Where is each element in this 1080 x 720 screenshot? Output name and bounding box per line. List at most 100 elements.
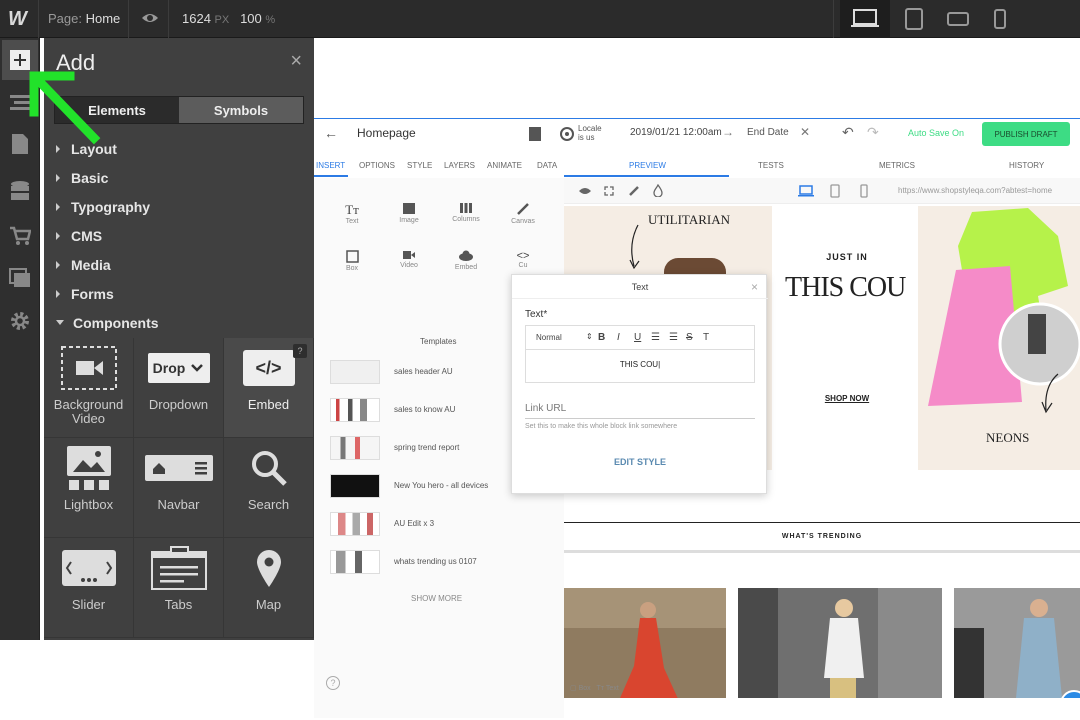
canvas-dimensions[interactable]: 1624 PX 100 %	[182, 11, 275, 26]
widget-label: Box	[345, 265, 359, 272]
template-item[interactable]: whats trending us 0107	[330, 550, 560, 576]
category-cms[interactable]: CMS	[44, 221, 314, 250]
trending-photo-2[interactable]	[738, 588, 942, 698]
italic-icon[interactable]: I	[617, 332, 620, 343]
component-map[interactable]: Map	[224, 538, 314, 638]
ecommerce-button[interactable]	[8, 224, 32, 248]
webflow-logo[interactable]: W	[8, 8, 27, 31]
rich-text-editor[interactable]: Normal ⇕ B I U ☰ ☰ S T THIS COU|	[525, 325, 755, 383]
component-dropdown[interactable]: Drop Dropdown	[134, 338, 224, 438]
component-navbar[interactable]: Navbar	[134, 438, 224, 538]
publish-draft-button[interactable]: PUBLISH DRAFT	[982, 122, 1070, 146]
formatting-toolbar: Normal ⇕ B I U ☰ ☰ S T	[526, 326, 754, 350]
widget-embed[interactable]: Embed	[446, 250, 486, 271]
tab-style[interactable]: STYLE	[407, 161, 432, 170]
width-unit: PX	[214, 14, 230, 26]
tablet-view-button[interactable]	[892, 0, 936, 38]
clear-format-icon[interactable]: T	[703, 332, 709, 343]
show-more-link[interactable]: SHOW MORE	[411, 594, 462, 603]
category-media[interactable]: Media	[44, 250, 314, 279]
help-icon[interactable]: ?	[326, 676, 340, 690]
breadcrumb-text[interactable]: Text	[606, 685, 619, 692]
portrait-phone-view-button[interactable]	[978, 0, 1022, 38]
components-grid: Background Video Drop Dropdown ? </> Emb…	[44, 338, 314, 638]
category-basic[interactable]: Basic	[44, 163, 314, 192]
help-icon[interactable]: ?	[293, 344, 307, 358]
chevron-down-icon	[191, 364, 204, 372]
template-thumbnail	[330, 436, 380, 460]
component-search[interactable]: Search	[224, 438, 314, 538]
component-lightbox[interactable]: Lightbox	[44, 438, 134, 538]
link-url-input[interactable]	[525, 418, 755, 419]
ordered-list-icon[interactable]: ☰	[651, 332, 660, 343]
bold-icon[interactable]: B	[598, 332, 605, 343]
tab-animate[interactable]: ANIMATE	[487, 161, 522, 170]
page-selector[interactable]: Page: Home	[48, 11, 120, 26]
tab-preview[interactable]: PREVIEW	[629, 161, 666, 170]
widget-image[interactable]: Image	[389, 202, 429, 224]
text-content[interactable]: THIS COU|	[526, 360, 754, 369]
component-embed[interactable]: ? </> Embed	[224, 338, 314, 438]
tab-symbols[interactable]: Symbols	[179, 97, 303, 123]
trending-photo-1[interactable]	[564, 588, 726, 698]
landscape-phone-view-button[interactable]	[936, 0, 980, 38]
close-icon[interactable]: ×	[290, 50, 302, 73]
strikethrough-icon[interactable]: S	[686, 332, 693, 343]
text-edit-dialog: Text × Text* Normal ⇕ B I U ☰ ☰ S T THIS…	[511, 274, 768, 494]
widget-video[interactable]: Video	[389, 250, 429, 269]
category-typography[interactable]: Typography	[44, 192, 314, 221]
component-label: Dropdown	[148, 397, 209, 412]
start-date[interactable]: 2019/01/21 12:00am	[630, 127, 722, 138]
widget-canvas[interactable]: Canvas	[503, 202, 543, 225]
tab-insert[interactable]: INSERT	[316, 161, 345, 170]
video-icon	[403, 251, 415, 259]
locale-value[interactable]: is us	[578, 133, 594, 142]
redo-icon[interactable]: ↷	[867, 124, 879, 141]
component-tabs[interactable]: Tabs	[134, 538, 224, 638]
widget-columns[interactable]: Columns	[446, 202, 486, 223]
tab-metrics[interactable]: METRICS	[879, 161, 915, 170]
breadcrumb-box[interactable]: Box	[579, 685, 591, 692]
caret-right-icon	[56, 231, 60, 240]
undo-icon[interactable]: ↶	[842, 124, 854, 141]
caret-right-icon	[56, 202, 60, 211]
cloud-icon	[459, 250, 473, 261]
hero-headline[interactable]: THIS COU	[785, 272, 906, 304]
settings-button[interactable]	[8, 309, 32, 333]
eye-icon[interactable]	[141, 10, 159, 29]
widget-custom[interactable]: <> Cu	[503, 250, 543, 269]
component-slider[interactable]: Slider	[44, 538, 134, 638]
tab-tests[interactable]: TESTS	[758, 161, 784, 170]
component-background-video[interactable]: Background Video	[44, 338, 134, 438]
divider	[833, 0, 834, 38]
close-icon[interactable]: ×	[751, 280, 758, 294]
widget-box[interactable]: Box	[332, 250, 372, 272]
tab-data[interactable]: DATA	[537, 161, 557, 170]
template-item[interactable]: AU Edit x 3	[330, 512, 560, 538]
end-date[interactable]: End Date	[747, 127, 789, 138]
tab-options[interactable]: OPTIONS	[359, 161, 395, 170]
caret-down-icon	[56, 320, 64, 325]
category-forms[interactable]: Forms	[44, 279, 314, 308]
shop-now-link[interactable]: SHOP NOW	[772, 394, 922, 403]
widget-text[interactable]: Tт Text	[332, 202, 372, 225]
divider	[128, 0, 129, 38]
template-thumbnail	[330, 550, 380, 574]
trending-photo-3[interactable]	[954, 588, 1080, 698]
design-canvas[interactable]: ← Homepage Locale is us 2019/01/21 12:00…	[314, 38, 1080, 720]
desktop-view-button[interactable]	[840, 0, 890, 38]
back-arrow-icon[interactable]: ←	[324, 125, 338, 141]
edit-style-button[interactable]: EDIT STYLE	[512, 457, 768, 467]
underline-icon[interactable]: U	[634, 332, 641, 343]
clear-date-icon[interactable]: ✕	[800, 125, 810, 139]
caret-right-icon	[56, 173, 60, 182]
tab-layers[interactable]: LAYERS	[444, 161, 475, 170]
divider	[38, 0, 39, 38]
cms-button[interactable]	[8, 179, 32, 203]
unordered-list-icon[interactable]: ☰	[669, 332, 678, 343]
assets-button[interactable]	[8, 266, 32, 290]
preview-url: https://www.shopstyleqa.com?abtest=home	[898, 186, 1053, 195]
tab-history[interactable]: HISTORY	[1009, 161, 1044, 170]
category-components[interactable]: Components	[44, 308, 314, 337]
format-select[interactable]: Normal	[536, 333, 562, 342]
